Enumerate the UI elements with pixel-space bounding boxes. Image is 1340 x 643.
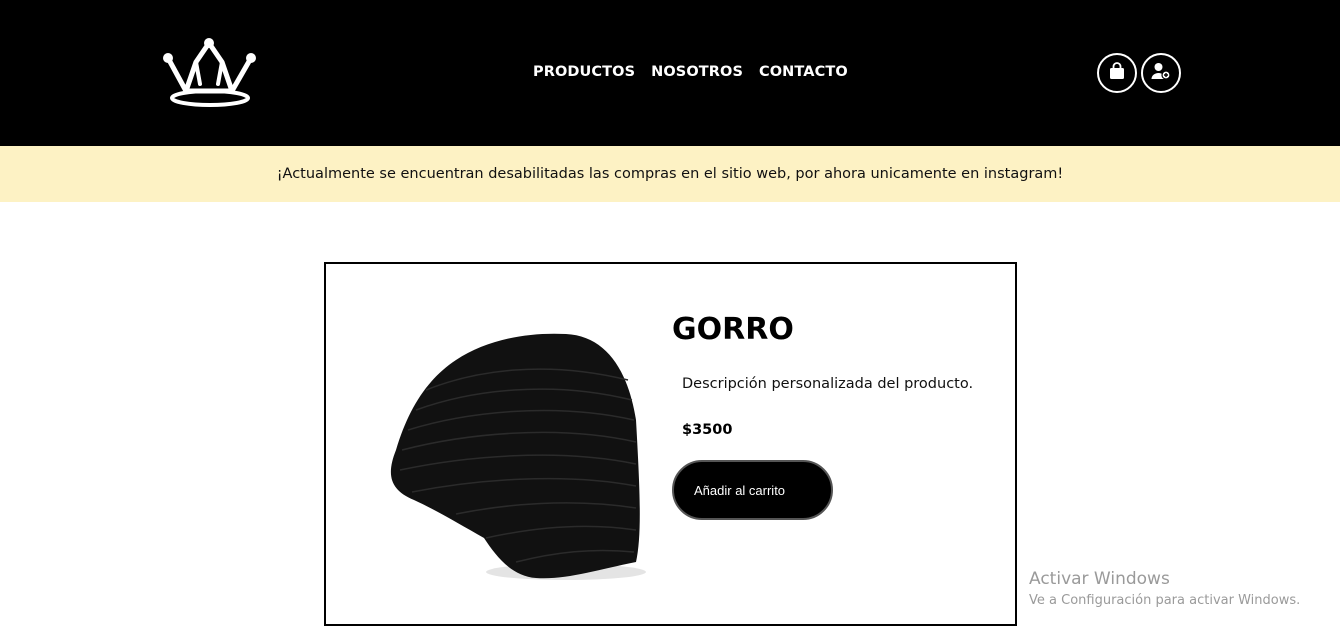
nav-contacto-link[interactable]: CONTACTO: [759, 62, 848, 82]
product-title: GORRO: [672, 312, 794, 347]
notice-banner: ¡Actualmente se encuentran desabilitadas…: [0, 146, 1340, 202]
site-header: PRODUCTOS NOSOTROS CONTACTO: [0, 0, 1340, 146]
product-price: $3500: [682, 422, 733, 438]
windows-activation-watermark: Activar Windows Ve a Configuración para …: [1029, 568, 1300, 610]
cart-button[interactable]: [1097, 53, 1137, 93]
product-description: Descripción personalizada del producto.: [682, 376, 974, 392]
shopping-bag-icon: [1108, 61, 1126, 85]
notice-banner-text: ¡Actualmente se encuentran desabilitadas…: [276, 166, 1064, 182]
crown-logo-icon[interactable]: [160, 36, 260, 110]
nav-nosotros-link[interactable]: NOSOTROS: [651, 62, 743, 82]
user-add-icon: [1151, 62, 1171, 85]
user-account-button[interactable]: [1141, 53, 1181, 93]
product-image: [366, 300, 646, 584]
main-nav: PRODUCTOS NOSOTROS CONTACTO: [533, 62, 848, 82]
watermark-title: Activar Windows: [1029, 569, 1170, 589]
add-to-cart-button[interactable]: Añadir al carrito: [672, 460, 833, 520]
nav-productos-link[interactable]: PRODUCTOS: [533, 62, 635, 82]
product-card: GORRO Descripción personalizada del prod…: [324, 262, 1017, 626]
watermark-subtitle: Ve a Configuración para activar Windows.: [1029, 593, 1301, 608]
